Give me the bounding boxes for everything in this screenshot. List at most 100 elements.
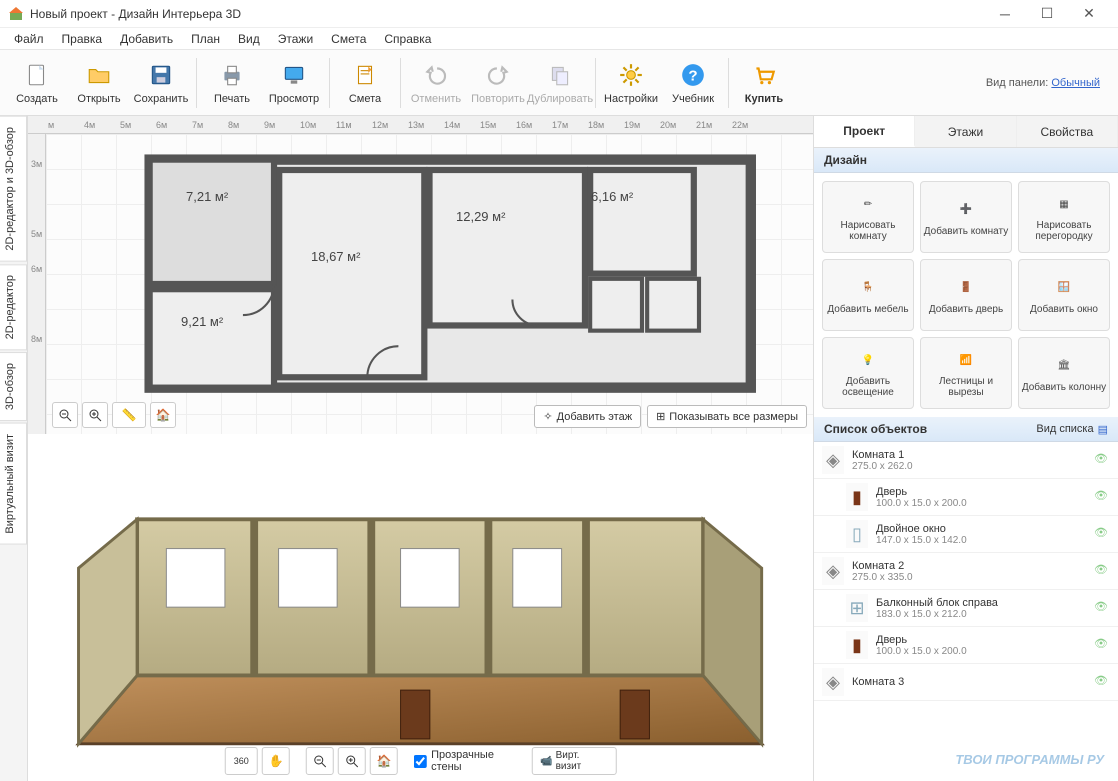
transparent-walls-checkbox[interactable]: Прозрачные стены	[414, 749, 527, 773]
plan-area: 3м5м6м8м	[28, 134, 813, 434]
vtab-3d[interactable]: 3D-обзор	[0, 352, 27, 421]
print-button[interactable]: Печать	[201, 53, 263, 113]
visibility-toggle[interactable]: 👁	[1094, 452, 1110, 468]
vtab-2d[interactable]: 2D-редактор	[0, 264, 27, 350]
redo-button[interactable]: Повторить	[467, 53, 529, 113]
design-tools-grid: ✏Нарисовать комнату➕Добавить комнату▦Нар…	[814, 173, 1118, 417]
design-icon: 🚪	[954, 276, 978, 300]
menu-file[interactable]: Файл	[6, 30, 52, 48]
design-btn-4[interactable]: 🚪Добавить дверь	[920, 259, 1012, 331]
close-button[interactable]: ✕	[1068, 2, 1110, 26]
settings-button[interactable]: Настройки	[600, 53, 662, 113]
tutorial-button[interactable]: ?Учебник	[662, 53, 724, 113]
zoom-in-button[interactable]	[82, 402, 108, 428]
design-btn-1[interactable]: ➕Добавить комнату	[920, 181, 1012, 253]
visibility-toggle[interactable]: 👁	[1094, 526, 1110, 542]
zoom-out-button[interactable]	[52, 402, 78, 428]
pan-button[interactable]: ✋	[262, 747, 290, 775]
menu-plan[interactable]: План	[183, 30, 228, 48]
menu-view[interactable]: Вид	[230, 30, 268, 48]
room-area-4: 12,29 м²	[456, 209, 505, 224]
design-btn-6[interactable]: 💡Добавить освещение	[822, 337, 914, 409]
object-type-icon: ◈	[822, 446, 844, 474]
menu-floors[interactable]: Этажи	[270, 30, 321, 48]
panel-mode-label: Вид панели: Обычный	[986, 77, 1112, 89]
design-btn-2[interactable]: ▦Нарисовать перегородку	[1018, 181, 1110, 253]
design-btn-0[interactable]: ✏Нарисовать комнату	[822, 181, 914, 253]
room-area-3: 9,21 м²	[181, 314, 223, 329]
virtual-visit-button[interactable]: 📹 Вирт. визит	[531, 747, 616, 775]
buy-button[interactable]: Купить	[733, 53, 795, 113]
home-3d-button[interactable]: 🏠	[370, 747, 398, 775]
svg-text:?: ?	[688, 67, 697, 84]
rtab-project[interactable]: Проект	[814, 116, 915, 147]
zoom-out-3d-button[interactable]	[306, 747, 334, 775]
zoom-in-3d-button[interactable]	[338, 747, 366, 775]
design-icon: 🪟	[1052, 276, 1076, 300]
show-all-dims-button[interactable]: ⊞Показывать все размеры	[647, 405, 807, 428]
plan-actions: ✧Добавить этаж ⊞Показывать все размеры	[534, 405, 807, 428]
visibility-toggle[interactable]: 👁	[1094, 489, 1110, 505]
object-item-2[interactable]: ▯Двойное окно147.0 x 15.0 x 142.0👁	[814, 516, 1118, 553]
undo-button[interactable]: Отменить	[405, 53, 467, 113]
menu-estimate[interactable]: Смета	[323, 30, 374, 48]
object-item-0[interactable]: ◈Комната 1275.0 x 262.0👁	[814, 442, 1118, 479]
design-btn-5[interactable]: 🪟Добавить окно	[1018, 259, 1110, 331]
vtab-virtual[interactable]: Виртуальный визит	[0, 423, 27, 545]
camera-icon: 📹	[540, 756, 552, 767]
window-title: Новый проект - Дизайн Интерьера 3D	[30, 7, 984, 21]
ruler-vertical: 3м5м6м8м	[28, 134, 46, 434]
maximize-button[interactable]: ☐	[1026, 2, 1068, 26]
design-btn-3[interactable]: 🪑Добавить мебель	[822, 259, 914, 331]
visibility-toggle[interactable]: 👁	[1094, 637, 1110, 653]
minimize-button[interactable]: ─	[984, 2, 1026, 26]
app-icon	[8, 6, 24, 22]
visibility-toggle[interactable]: 👁	[1094, 563, 1110, 579]
save-button[interactable]: Сохранить	[130, 53, 192, 113]
menu-edit[interactable]: Правка	[54, 30, 111, 48]
rtab-floors[interactable]: Этажи	[915, 116, 1016, 147]
section-design-header: Дизайн	[814, 148, 1118, 173]
list-view-icon[interactable]: ▤	[1098, 423, 1108, 436]
design-btn-7[interactable]: 📶Лестницы и вырезы	[920, 337, 1012, 409]
preview-button[interactable]: Просмотр	[263, 53, 325, 113]
floor-plan-svg	[46, 134, 813, 434]
new-file-icon	[22, 60, 52, 90]
visibility-toggle[interactable]: 👁	[1094, 600, 1110, 616]
object-type-icon: ▯	[846, 520, 868, 548]
save-icon	[146, 60, 176, 90]
help-icon: ?	[678, 60, 708, 90]
design-icon: 💡	[856, 348, 880, 372]
notepad-icon	[350, 60, 380, 90]
view-3d[interactable]: 360 ✋ 🏠 Прозрачные стены 📹 Вирт. визит	[28, 434, 813, 781]
menu-add[interactable]: Добавить	[112, 30, 181, 48]
room-area-5: 6,16 м²	[591, 189, 633, 204]
printer-icon	[217, 60, 247, 90]
duplicate-icon	[545, 60, 575, 90]
vtab-combo[interactable]: 2D-редактор и 3D-обзор	[0, 116, 27, 262]
object-type-icon: ⊞	[846, 594, 868, 622]
floor-plan-canvas[interactable]: 7,21 м² 18,67 м² 9,21 м² 12,29 м² 6,16 м…	[46, 134, 813, 434]
add-floor-button[interactable]: ✧Добавить этаж	[534, 405, 641, 428]
layers-icon: ✧	[543, 410, 552, 423]
rotate-360-button[interactable]: 360	[224, 747, 258, 775]
folder-open-icon	[84, 60, 114, 90]
home-button[interactable]: 🏠	[150, 402, 176, 428]
cart-icon	[749, 60, 779, 90]
ruler-tool-button[interactable]: 📏	[112, 402, 146, 428]
object-item-6[interactable]: ◈Комната 3👁	[814, 664, 1118, 701]
duplicate-button[interactable]: Дублировать	[529, 53, 591, 113]
create-button[interactable]: Создать	[6, 53, 68, 113]
visibility-toggle[interactable]: 👁	[1094, 674, 1110, 690]
design-btn-8[interactable]: 🏛Добавить колонну	[1018, 337, 1110, 409]
rtab-props[interactable]: Свойства	[1017, 116, 1118, 147]
object-item-1[interactable]: ▮Дверь100.0 x 15.0 x 200.0👁	[814, 479, 1118, 516]
object-item-5[interactable]: ▮Дверь100.0 x 15.0 x 200.0👁	[814, 627, 1118, 664]
panel-mode-link[interactable]: Обычный	[1051, 77, 1100, 89]
object-item-4[interactable]: ⊞Балконный блок справа183.0 x 15.0 x 212…	[814, 590, 1118, 627]
object-item-3[interactable]: ◈Комната 2275.0 x 335.0👁	[814, 553, 1118, 590]
open-button[interactable]: Открыть	[68, 53, 130, 113]
menu-help[interactable]: Справка	[376, 30, 439, 48]
estimate-button[interactable]: Смета	[334, 53, 396, 113]
plan-tools: 📏 🏠	[52, 402, 176, 428]
